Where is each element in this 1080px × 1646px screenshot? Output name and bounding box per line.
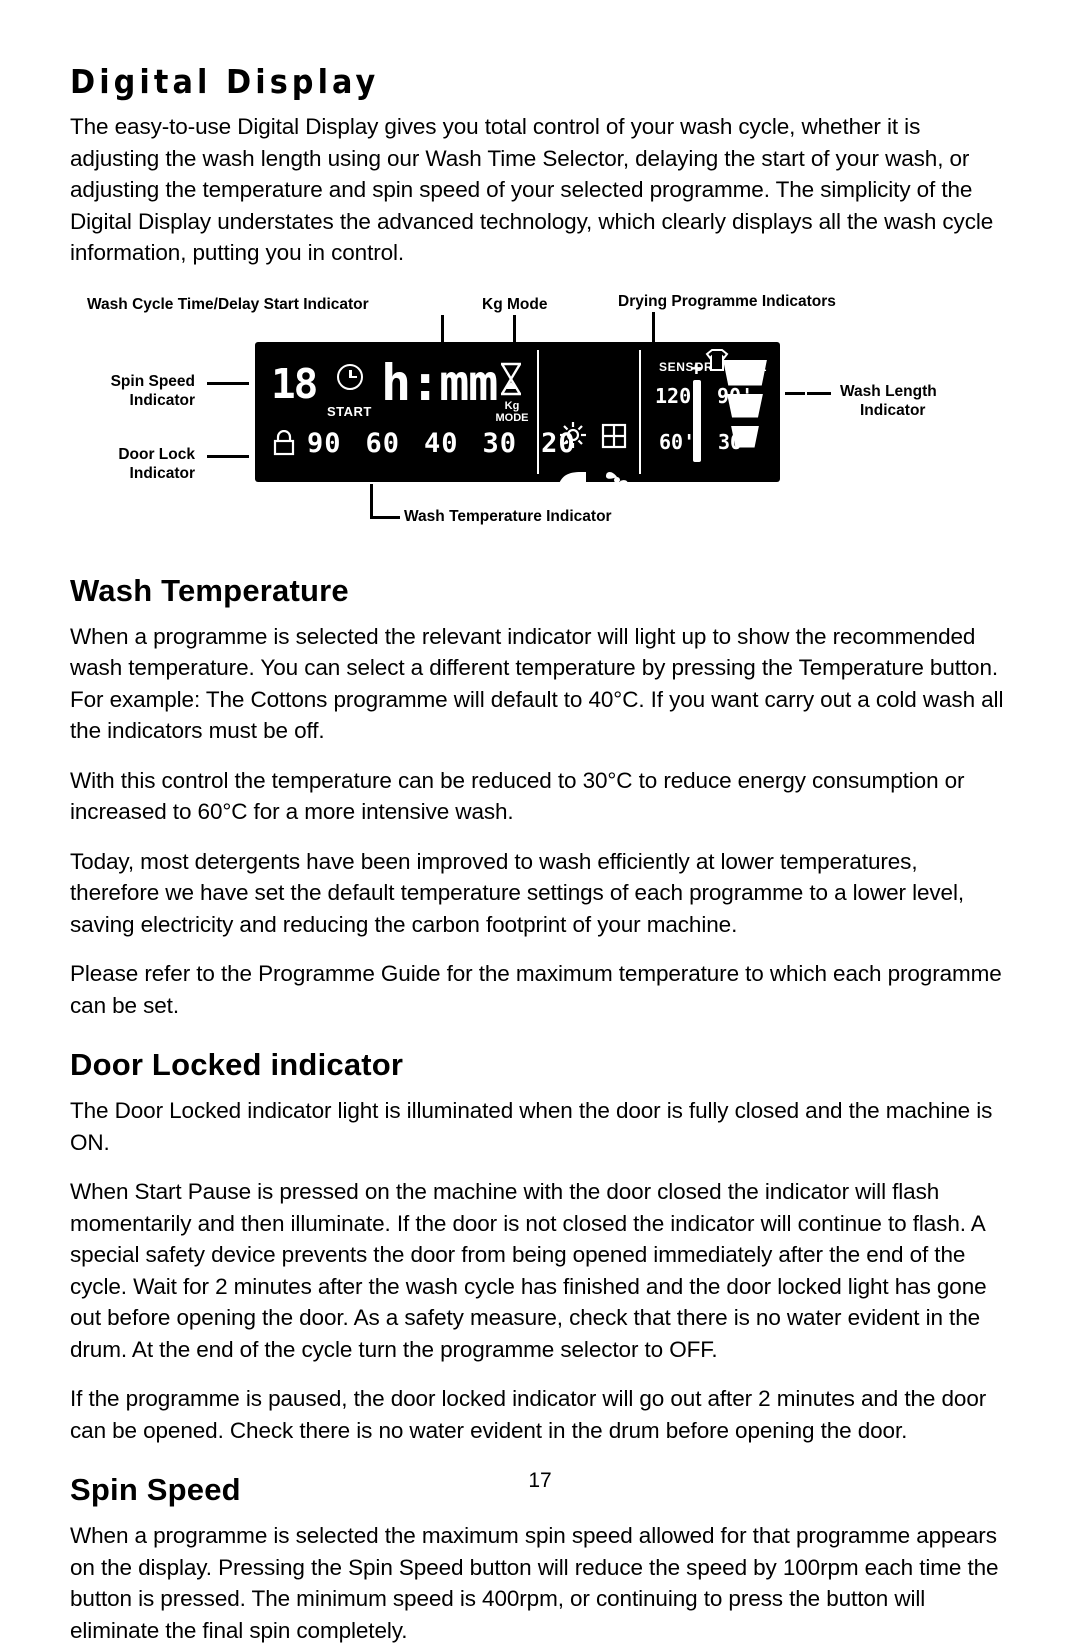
door-locked-paragraph-1: The Door Locked indicator light is illum… — [70, 1098, 993, 1155]
spin-speed-option-0: 90 — [307, 427, 342, 459]
digital-display-panel: 18 START h:mm Kg MODE 90 60 40 30 20 SEN… — [255, 341, 807, 491]
temperature-fan-icon — [602, 466, 632, 494]
manual-page: Digital Display The easy-to-use Digital … — [0, 0, 1080, 1643]
spin-speed-option-1: 60 — [365, 427, 401, 459]
callout-wash-length-line2: Indicator — [860, 401, 926, 419]
wash-temperature-paragraph-1: When a programme is selected the relevan… — [70, 623, 1004, 744]
callout-wash-temperature: Wash Temperature Indicator — [404, 507, 612, 525]
wash-temperature-paragraph-2: With this control the temperature can be… — [70, 767, 965, 825]
wash-length-bar — [693, 379, 701, 462]
callout-door-lock-line1: Door Lock — [118, 445, 195, 463]
panel-divider-2 — [639, 349, 641, 474]
kg-mode-label: Kg MODE — [492, 400, 532, 424]
callout-drying-programme: Drying Programme Indicators — [618, 292, 836, 310]
callout-spin-speed-line2: Indicator — [129, 391, 195, 409]
spin-speed-option-3: 30 — [482, 427, 518, 459]
door-locked-paragraph-2: When Start Pause is pressed on the machi… — [70, 1179, 987, 1362]
wash-length-segment-3 — [731, 425, 759, 448]
door-lock-icon — [272, 429, 296, 456]
panel-divider-1 — [537, 349, 539, 474]
mode-label: MODE — [495, 411, 529, 424]
display-panel-diagram: Wash Cycle Time/Delay Start Indicator Kg… — [70, 287, 1012, 547]
temperature-window-icon — [600, 422, 630, 452]
leader-line-door-lock — [207, 454, 249, 458]
hourglass-icon — [498, 362, 524, 396]
leader-line-wash-length — [785, 391, 831, 395]
spin-speed-paragraph-1: When a programme is selected the maximum… — [70, 1523, 999, 1643]
wash-temperature-paragraph-4: Please refer to the Programme Guide for … — [70, 961, 1002, 1018]
callout-door-lock-line2: Indicator — [129, 464, 195, 482]
intro-paragraph: The easy-to-use Digital Display gives yo… — [70, 114, 994, 265]
spin-speed-option-2: 40 — [424, 427, 459, 459]
panel-divider-3 — [805, 349, 807, 474]
wash-cycle-time-display: h:mm — [381, 353, 498, 412]
page-content: Digital Display The easy-to-use Digital … — [70, 62, 1012, 1646]
start-label: START — [327, 403, 372, 419]
delay-start-clock-icon — [337, 363, 371, 398]
leader-line-wash-temperature-h — [370, 515, 400, 519]
spin-speed-scale: 90 60 40 30 20 — [307, 428, 576, 459]
spin-speed-indicator-value: 18 — [271, 359, 318, 408]
callout-wash-length-line1: Wash Length — [840, 382, 937, 400]
callout-spin-speed-line1: Spin Speed — [110, 372, 195, 390]
kg-label: Kg — [504, 399, 520, 412]
callout-kg-mode: Kg Mode — [482, 295, 548, 313]
heading-door-locked: Door Locked indicator — [70, 1047, 404, 1082]
door-locked-paragraph-3: If the programme is paused, the door loc… — [70, 1386, 987, 1443]
leader-line-drying-programme — [652, 311, 655, 345]
wash-length-segment-1 — [723, 359, 767, 386]
leader-line-spin-speed — [207, 381, 249, 385]
page-title: Digital Display — [70, 62, 380, 101]
callout-wash-cycle-time: Wash Cycle Time/Delay Start Indicator — [87, 295, 369, 313]
leader-line-kg-mode — [513, 314, 516, 345]
drying-time-60: 60' — [659, 429, 696, 454]
wash-length-plus-label: + — [690, 355, 703, 381]
leader-line-wash-temperature-v — [370, 483, 373, 519]
page-number: 17 — [528, 1469, 552, 1492]
leader-line-wash-cycle-time — [441, 314, 444, 345]
wash-temperature-paragraph-3: Today, most detergents have been improve… — [70, 848, 964, 937]
wash-length-segment-2 — [727, 393, 763, 418]
temperature-sun-icon — [558, 420, 588, 450]
temperature-iron-icon — [555, 467, 589, 493]
heading-wash-temperature: Wash Temperature — [70, 572, 349, 608]
